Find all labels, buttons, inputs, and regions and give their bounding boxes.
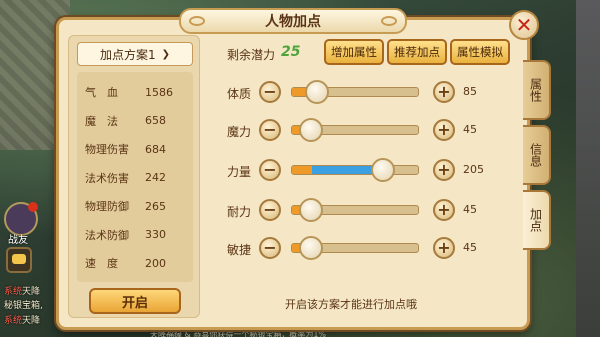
decrease-button[interactable]: − [259, 199, 281, 221]
attribute-value: 45 [463, 203, 477, 216]
stat-row-speed: 速 度 200 [85, 256, 166, 271]
minus-icon: − [263, 238, 277, 257]
recommend-points-button[interactable]: 推荐加点 [387, 39, 447, 65]
notification-badge [28, 202, 38, 212]
enable-scheme-button[interactable]: 开启 [89, 288, 181, 314]
slider-handle[interactable] [371, 158, 396, 182]
title-ornament-icon [381, 16, 397, 26]
plus-icon: + [437, 120, 451, 139]
log-line: 系统天降 [4, 316, 41, 326]
log-line: 秘银宝箱, [4, 301, 43, 311]
chat-bubble-icon [12, 254, 26, 264]
minus-icon: − [263, 120, 277, 139]
minus-icon: − [263, 82, 277, 101]
attribute-row-magic: 魔力 − + 45 [227, 118, 497, 144]
dialog-title: 人物加点 [265, 14, 321, 30]
stat-row-physical-defense: 物理防御 265 [85, 199, 166, 214]
scheme-label: 加点方案1 [99, 47, 156, 62]
minus-icon: − [263, 200, 277, 219]
stat-row-hp: 气 血 1586 [85, 85, 173, 100]
attribute-row-endurance: 耐力 − + 45 [227, 198, 497, 224]
stats-list: 气 血 1586 魔 法 658 物理伤害 684 法术伤害 242 物理防御 … [77, 72, 193, 282]
slider-handle[interactable] [299, 118, 324, 142]
minus-icon: − [263, 160, 277, 179]
remaining-potential-label: 剩余潜力 [227, 48, 276, 62]
attribute-value: 85 [463, 85, 477, 98]
chat-button[interactable] [6, 247, 32, 273]
close-button[interactable]: ✕ [509, 10, 539, 40]
close-icon: ✕ [515, 13, 533, 37]
slider-handle[interactable] [304, 80, 329, 104]
attribute-row-constitution: 体质 − + 85 [227, 80, 497, 106]
decrease-button[interactable]: − [259, 159, 281, 181]
companion-avatar-label: 战友 [8, 235, 28, 246]
add-attribute-button[interactable]: 增加属性 [324, 39, 384, 65]
attribute-row-agility: 敏捷 − + 45 [227, 236, 497, 262]
decrease-button[interactable]: − [259, 81, 281, 103]
plus-icon: + [437, 238, 451, 257]
increase-button[interactable]: + [433, 81, 455, 103]
plus-icon: + [437, 200, 451, 219]
remaining-potential-value: 25 [281, 44, 301, 60]
plus-icon: + [437, 82, 451, 101]
stats-panel: 加点方案1 ❯ 气 血 1586 魔 法 658 物理伤害 684 法术伤害 2… [68, 35, 200, 318]
attribute-value: 45 [463, 123, 477, 136]
tab-attributes[interactable]: 属性 [523, 60, 551, 120]
hint-text: 开启该方案才能进行加点哦 [285, 298, 417, 311]
attribute-value: 45 [463, 241, 477, 254]
tab-info[interactable]: 信息 [523, 125, 551, 185]
attribute-value: 205 [463, 163, 484, 176]
system-ticker: 天降福缘 & 恭喜你获得一个秘银宝箱，概率为1% [150, 330, 327, 337]
increase-button[interactable]: + [433, 237, 455, 259]
dialog-title-bar: 人物加点 [179, 8, 407, 34]
attribute-bar [291, 165, 419, 175]
plus-icon: + [437, 160, 451, 179]
stat-row-magic-defense: 法术防御 330 [85, 228, 166, 242]
decrease-button[interactable]: − [259, 237, 281, 259]
chevron-down-icon: ❯ [161, 48, 171, 60]
increase-button[interactable]: + [433, 159, 455, 181]
simulate-attributes-button[interactable]: 属性模拟 [450, 39, 510, 65]
stat-row-magic-attack: 法术伤害 242 [85, 171, 166, 185]
log-line: 系统天降 [4, 287, 41, 297]
screen-edge-scenery [576, 0, 600, 337]
stat-row-physical-attack: 物理伤害 684 [85, 142, 166, 157]
scheme-dropdown[interactable]: 加点方案1 ❯ [77, 42, 193, 66]
tab-add-points[interactable]: 加点 [523, 190, 551, 250]
attribute-points-dialog: 人物加点 ✕ 加点方案1 ❯ 气 血 1586 魔 法 658 物理伤害 684… [56, 8, 551, 330]
title-ornament-icon [189, 16, 205, 26]
attribute-row-strength: 力量 − + 205 [227, 158, 497, 184]
decrease-button[interactable]: − [259, 119, 281, 141]
increase-button[interactable]: + [433, 119, 455, 141]
stat-row-mp: 魔 法 658 [85, 114, 166, 128]
slider-handle[interactable] [299, 198, 324, 222]
increase-button[interactable]: + [433, 199, 455, 221]
slider-handle[interactable] [299, 236, 324, 260]
